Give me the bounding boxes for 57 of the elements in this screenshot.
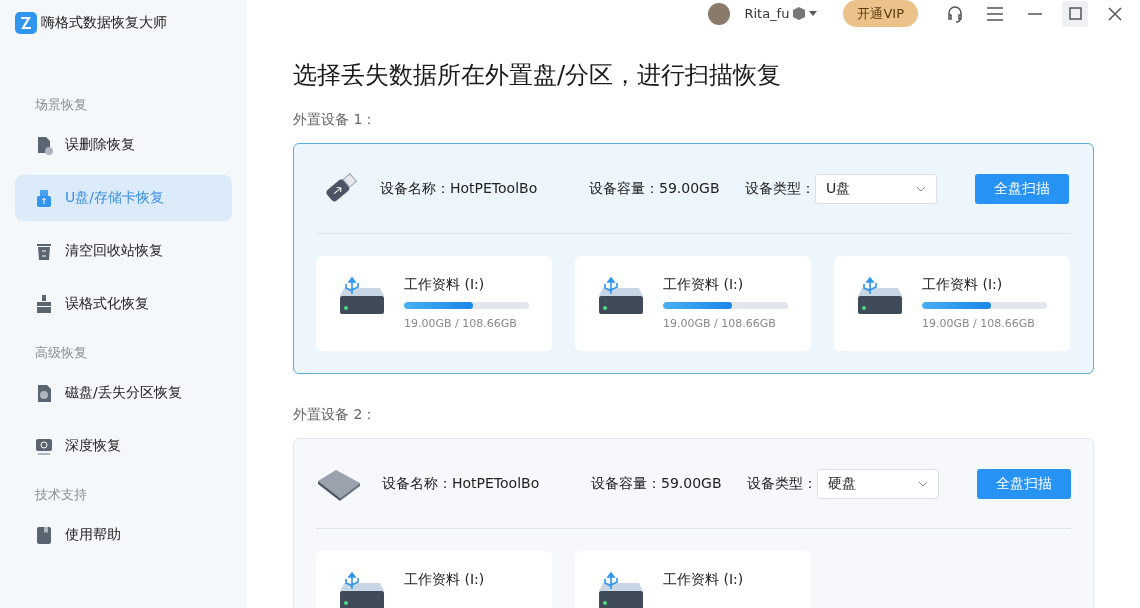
username[interactable]: Rita_fu xyxy=(744,6,790,21)
usb-drive-icon xyxy=(597,276,645,316)
app-title: 嗨格式数据恢复大师 xyxy=(41,14,167,32)
page-title: 选择丢失数据所在外置盘/分区，进行扫描恢复 xyxy=(293,60,783,91)
device-type-select[interactable]: U盘 xyxy=(815,173,937,204)
sidebar-item[interactable]: 误格式化恢复 xyxy=(15,281,232,327)
partition-card[interactable]: 工作资料 (I:) xyxy=(316,551,552,608)
device-card[interactable]: 设备名称：HotPEToolBo 设备容量：59.00GB 设备类型： U盘 全盘扫描 工作资料 (I:) 19.00GB / 108.66GB 工作资料 (I:) 19.00GB / 108.66GB 工作资料 (I:) 19.00GB / 108.66GB xyxy=(293,143,1094,374)
app-logo-icon xyxy=(15,12,37,34)
usb-drive-icon xyxy=(338,571,386,608)
sidebar-heading: 高级恢复 xyxy=(34,344,88,362)
partition-card[interactable]: 工作资料 (I:) xyxy=(575,551,811,608)
usb-icon xyxy=(35,188,53,208)
sidebar-heading: 场景恢复 xyxy=(34,96,88,114)
pie-chart-icon xyxy=(35,383,53,403)
usb-drive-icon xyxy=(597,571,645,608)
device-type-select[interactable]: 硬盘 xyxy=(817,468,939,499)
partition-label: 工作资料 (I:) xyxy=(663,276,745,294)
sidebar-heading: 技术支持 xyxy=(34,486,88,504)
device-name: 设备名称：HotPEToolBo xyxy=(380,179,539,198)
device-capacity: 设备容量：59.00GB xyxy=(591,474,723,493)
sidebar-item[interactable]: 深度恢复 xyxy=(15,423,232,469)
avatar xyxy=(708,2,731,25)
usage-text: 19.00GB / 108.66GB xyxy=(922,317,1036,330)
vip-button[interactable]: 开通VIP xyxy=(843,0,918,27)
device-type-label: 设备类型： xyxy=(747,474,817,493)
sidebar-item[interactable]: 误删除恢复 xyxy=(15,122,232,168)
partition-card[interactable]: 工作资料 (I:) 19.00GB / 108.66GB xyxy=(834,256,1070,351)
device-card[interactable]: 设备名称：HotPEToolBo 设备容量：59.00GB 设备类型： 硬盘 全盘扫描 工作资料 (I:) 工作资料 (I:) xyxy=(293,438,1094,608)
trash-icon xyxy=(35,241,53,261)
search-icon xyxy=(35,436,53,456)
partition-card[interactable]: 工作资料 (I:) 19.00GB / 108.66GB xyxy=(575,256,811,351)
sidebar-item[interactable]: 磁盘/丢失分区恢复 xyxy=(15,370,232,416)
maximize-icon[interactable] xyxy=(1062,0,1088,27)
partition-card[interactable]: 工作资料 (I:) 19.00GB / 108.66GB xyxy=(316,256,552,351)
chevron-down-icon xyxy=(916,185,926,192)
usage-text: 19.00GB / 108.66GB xyxy=(404,317,518,330)
brush-icon xyxy=(35,294,53,314)
partition-label: 工作资料 (I:) xyxy=(922,276,1004,294)
badge-icon xyxy=(793,7,806,20)
sidebar-item[interactable]: 清空回收站恢复 xyxy=(15,228,232,274)
partition-label: 工作资料 (I:) xyxy=(404,276,486,294)
partition-label: 工作资料 (I:) xyxy=(404,571,485,589)
usb-drive-icon xyxy=(856,276,904,316)
partition-label: 工作资料 (I:) xyxy=(663,571,744,589)
book-icon xyxy=(35,525,53,545)
device-capacity: 设备容量：59.00GB xyxy=(589,179,721,198)
chevron-down-icon xyxy=(918,480,928,487)
file-icon xyxy=(35,135,53,155)
usb-drive-icon xyxy=(338,276,386,316)
device-type-label: 设备类型： xyxy=(745,179,815,198)
usage-text: 19.00GB / 108.66GB xyxy=(663,317,777,330)
device-name: 设备名称：HotPEToolBo xyxy=(382,474,541,493)
section-heading: 外置设备 2： xyxy=(293,406,378,424)
sidebar-item[interactable]: 使用帮助 xyxy=(15,512,232,558)
caret-icon[interactable] xyxy=(809,11,818,16)
section-heading: 外置设备 1： xyxy=(293,111,378,129)
